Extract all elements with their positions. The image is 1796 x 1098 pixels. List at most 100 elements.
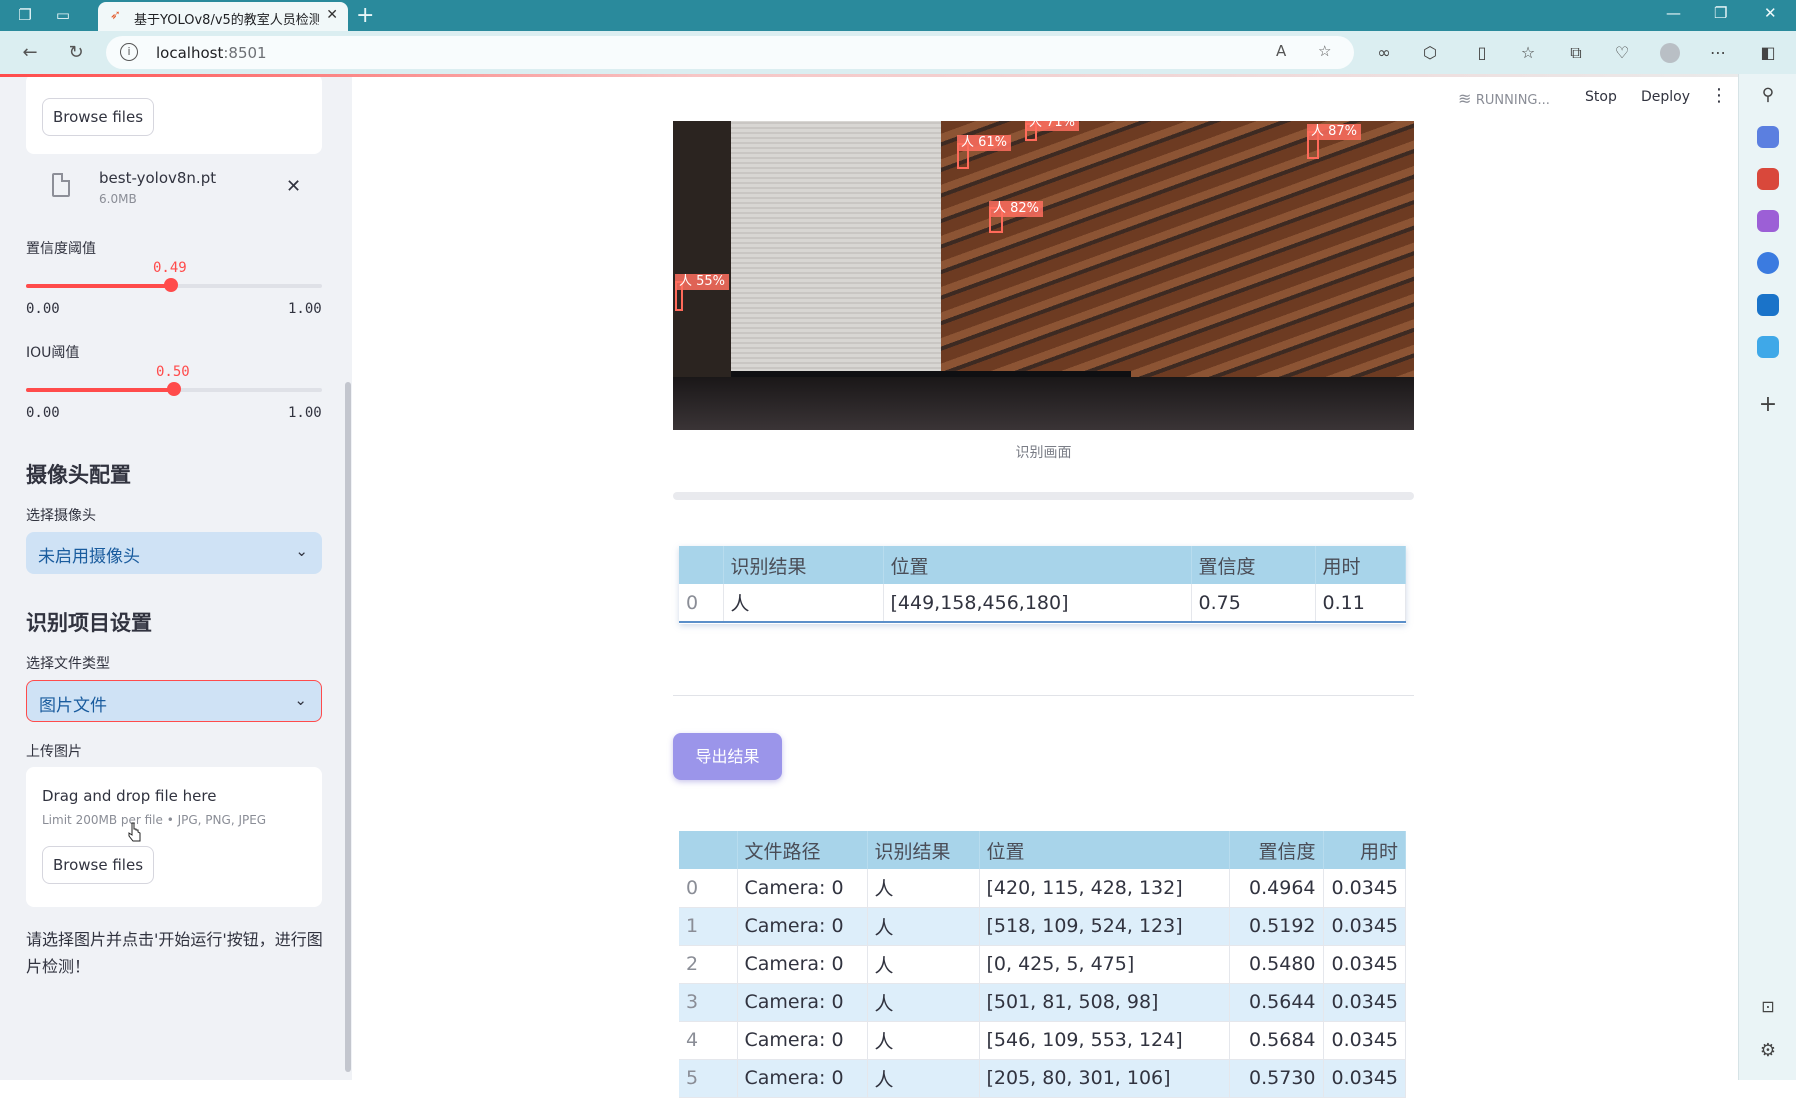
iou-slider-fill bbox=[26, 388, 174, 392]
collections-icon[interactable]: ⧉ bbox=[1564, 41, 1588, 65]
copilot-icon[interactable] bbox=[1757, 252, 1779, 274]
log-col-confidence[interactable]: 置信度 bbox=[1229, 831, 1324, 869]
result-col-index[interactable] bbox=[679, 546, 724, 584]
iou-threshold-label: IOU阈值 bbox=[26, 345, 80, 361]
tab-title: 基于YOLOv8/v5的教室人员检测与 bbox=[134, 13, 319, 28]
tab-actions-icon[interactable]: ▭ bbox=[52, 4, 74, 26]
log-table[interactable]: 文件路径 识别结果 位置 置信度 用时 0 Camera: 0 人 [420, 115… bbox=[679, 831, 1406, 1098]
main-menu-icon[interactable]: ⋮ bbox=[1710, 85, 1728, 106]
close-window-icon[interactable]: ✕ bbox=[1764, 4, 1777, 22]
url-port: :8501 bbox=[223, 44, 267, 62]
extension-infinity-icon[interactable]: ∞ bbox=[1372, 41, 1396, 65]
result-table[interactable]: 识别结果 位置 置信度 用时 0 人 [449,158,456,180] 0.7… bbox=[679, 546, 1406, 623]
row-index: 0 bbox=[679, 869, 738, 908]
row-label: 人 bbox=[867, 907, 980, 946]
confidence-min: 0.00 bbox=[26, 301, 60, 317]
row-time: 0.0345 bbox=[1323, 869, 1406, 908]
shopping-tag-icon[interactable] bbox=[1757, 126, 1779, 148]
row-path: Camera: 0 bbox=[737, 869, 868, 908]
confidence-slider-thumb[interactable] bbox=[164, 278, 178, 292]
log-col-label[interactable]: 识别结果 bbox=[867, 831, 980, 869]
log-col-time[interactable]: 用时 bbox=[1323, 831, 1406, 869]
row-confidence: 0.5730 bbox=[1229, 1059, 1324, 1098]
profile-avatar[interactable] bbox=[1658, 41, 1682, 65]
result-col-confidence[interactable]: 置信度 bbox=[1191, 546, 1316, 584]
camera-select-value: 未启用摄像头 bbox=[38, 547, 140, 567]
table-row[interactable]: 1 Camera: 0 人 [518, 109, 524, 123] 0.5192 0.0… bbox=[679, 907, 1406, 946]
more-options-icon[interactable]: ⋯ bbox=[1706, 41, 1730, 65]
games-icon[interactable] bbox=[1757, 210, 1779, 232]
sidebar-scrollbar[interactable] bbox=[345, 382, 351, 1072]
row-label: 人 bbox=[723, 584, 884, 623]
iou-slider-track[interactable] bbox=[26, 382, 322, 396]
rocket-icon: ➶ bbox=[110, 8, 121, 23]
table-row[interactable]: 0 人 [449,158,456,180] 0.75 0.11 bbox=[679, 584, 1406, 623]
image-dropzone[interactable]: Drag and drop file here Limit 200MB per … bbox=[26, 767, 322, 907]
camera-select-label: 选择摄像头 bbox=[26, 508, 96, 524]
add-icon[interactable]: + bbox=[1757, 394, 1779, 416]
confidence-slider-track[interactable] bbox=[26, 278, 322, 292]
restore-icon[interactable]: ❐ bbox=[1714, 4, 1727, 22]
browse-files-button[interactable]: Browse files bbox=[42, 846, 154, 884]
row-confidence: 0.5684 bbox=[1229, 1021, 1324, 1060]
settings-gear-icon[interactable]: ⚙ bbox=[1757, 1040, 1779, 1062]
detection-label: 人 87% bbox=[1307, 124, 1362, 140]
file-type-select[interactable]: 图片文件 ⌄ bbox=[26, 680, 322, 722]
running-swimmer-icon: ≋ bbox=[1458, 89, 1472, 108]
back-icon[interactable]: ← bbox=[18, 41, 42, 65]
tools-briefcase-icon[interactable] bbox=[1757, 168, 1779, 190]
read-aloud-icon[interactable]: A bbox=[1276, 42, 1286, 60]
screenshot-icon[interactable]: ⊡ bbox=[1757, 996, 1779, 1018]
row-position: [518, 109, 524, 123] bbox=[979, 907, 1230, 946]
url-host: localhost bbox=[156, 44, 224, 62]
row-path: Camera: 0 bbox=[737, 907, 868, 946]
extensions-icon[interactable]: ⬡ bbox=[1418, 41, 1442, 65]
result-col-position[interactable]: 位置 bbox=[883, 546, 1192, 584]
site-info-icon[interactable]: i bbox=[120, 43, 138, 61]
address-bar[interactable]: i localhost:8501 A ☆ bbox=[106, 36, 1354, 69]
browser-tab[interactable]: ➶ 基于YOLOv8/v5的教室人员检测与 ✕ bbox=[98, 2, 348, 31]
row-time: 0.0345 bbox=[1323, 983, 1406, 1022]
table-row[interactable]: 5 Camera: 0 人 [205, 80, 301, 106] 0.5730 0.03… bbox=[679, 1059, 1406, 1098]
search-icon[interactable]: ⚲ bbox=[1757, 85, 1779, 107]
refresh-icon[interactable]: ↻ bbox=[64, 41, 88, 65]
split-screen-icon[interactable]: ▯ bbox=[1470, 41, 1494, 65]
browse-files-button[interactable]: Browse files bbox=[42, 98, 154, 136]
row-confidence: 0.75 bbox=[1191, 584, 1316, 623]
deploy-button[interactable]: Deploy bbox=[1641, 89, 1690, 105]
sidebar-toggle-icon[interactable]: ◧ bbox=[1756, 41, 1780, 65]
stop-button[interactable]: Stop bbox=[1585, 89, 1617, 105]
send-icon[interactable] bbox=[1757, 336, 1779, 358]
table-row[interactable]: 2 Camera: 0 人 [0, 425, 5, 475] 0.5480 0.0345 bbox=[679, 945, 1406, 984]
table-row[interactable]: 4 Camera: 0 人 [546, 109, 553, 124] 0.5684 0.0… bbox=[679, 1021, 1406, 1060]
uploaded-file-size: 6.0MB bbox=[99, 192, 137, 206]
log-col-index[interactable] bbox=[679, 831, 738, 869]
log-col-position[interactable]: 位置 bbox=[979, 831, 1230, 869]
minimize-icon[interactable]: — bbox=[1666, 4, 1681, 22]
detection-label: 人 61% bbox=[957, 135, 1012, 151]
confidence-threshold-label: 置信度阈值 bbox=[26, 241, 96, 257]
log-col-path[interactable]: 文件路径 bbox=[737, 831, 868, 869]
close-tab-icon[interactable]: ✕ bbox=[326, 7, 338, 23]
new-tab-button[interactable]: + bbox=[356, 3, 374, 28]
workspaces-icon[interactable]: ❐ bbox=[14, 4, 36, 26]
result-col-time[interactable]: 用时 bbox=[1315, 546, 1406, 584]
table-row[interactable]: 0 Camera: 0 人 [420, 115, 428, 132] 0.4964 0.0… bbox=[679, 869, 1406, 908]
result-col-label[interactable]: 识别结果 bbox=[723, 546, 884, 584]
browser-essentials-icon[interactable]: ♡ bbox=[1610, 41, 1634, 65]
row-position: [501, 81, 508, 98] bbox=[979, 983, 1230, 1022]
image-floor bbox=[673, 377, 1414, 430]
iou-slider-thumb[interactable] bbox=[167, 382, 181, 396]
table-row[interactable]: 3 Camera: 0 人 [501, 81, 508, 98] 0.5644 0.034… bbox=[679, 983, 1406, 1022]
favorite-star-icon[interactable]: ☆ bbox=[1318, 42, 1331, 60]
iou-threshold-value: 0.50 bbox=[156, 364, 190, 380]
outlook-icon[interactable] bbox=[1757, 294, 1779, 316]
camera-select[interactable]: 未启用摄像头 ⌄ bbox=[26, 532, 322, 574]
app-sidebar: Browse files best-yolov8n.pt 6.0MB ✕ 置信度… bbox=[0, 74, 352, 1080]
row-position: [0, 425, 5, 475] bbox=[979, 945, 1230, 984]
remove-file-icon[interactable]: ✕ bbox=[286, 176, 301, 197]
row-time: 0.0345 bbox=[1323, 907, 1406, 946]
export-results-button[interactable]: 导出结果 bbox=[673, 733, 782, 780]
favorites-icon[interactable]: ☆ bbox=[1516, 41, 1540, 65]
upload-image-label: 上传图片 bbox=[26, 744, 82, 760]
